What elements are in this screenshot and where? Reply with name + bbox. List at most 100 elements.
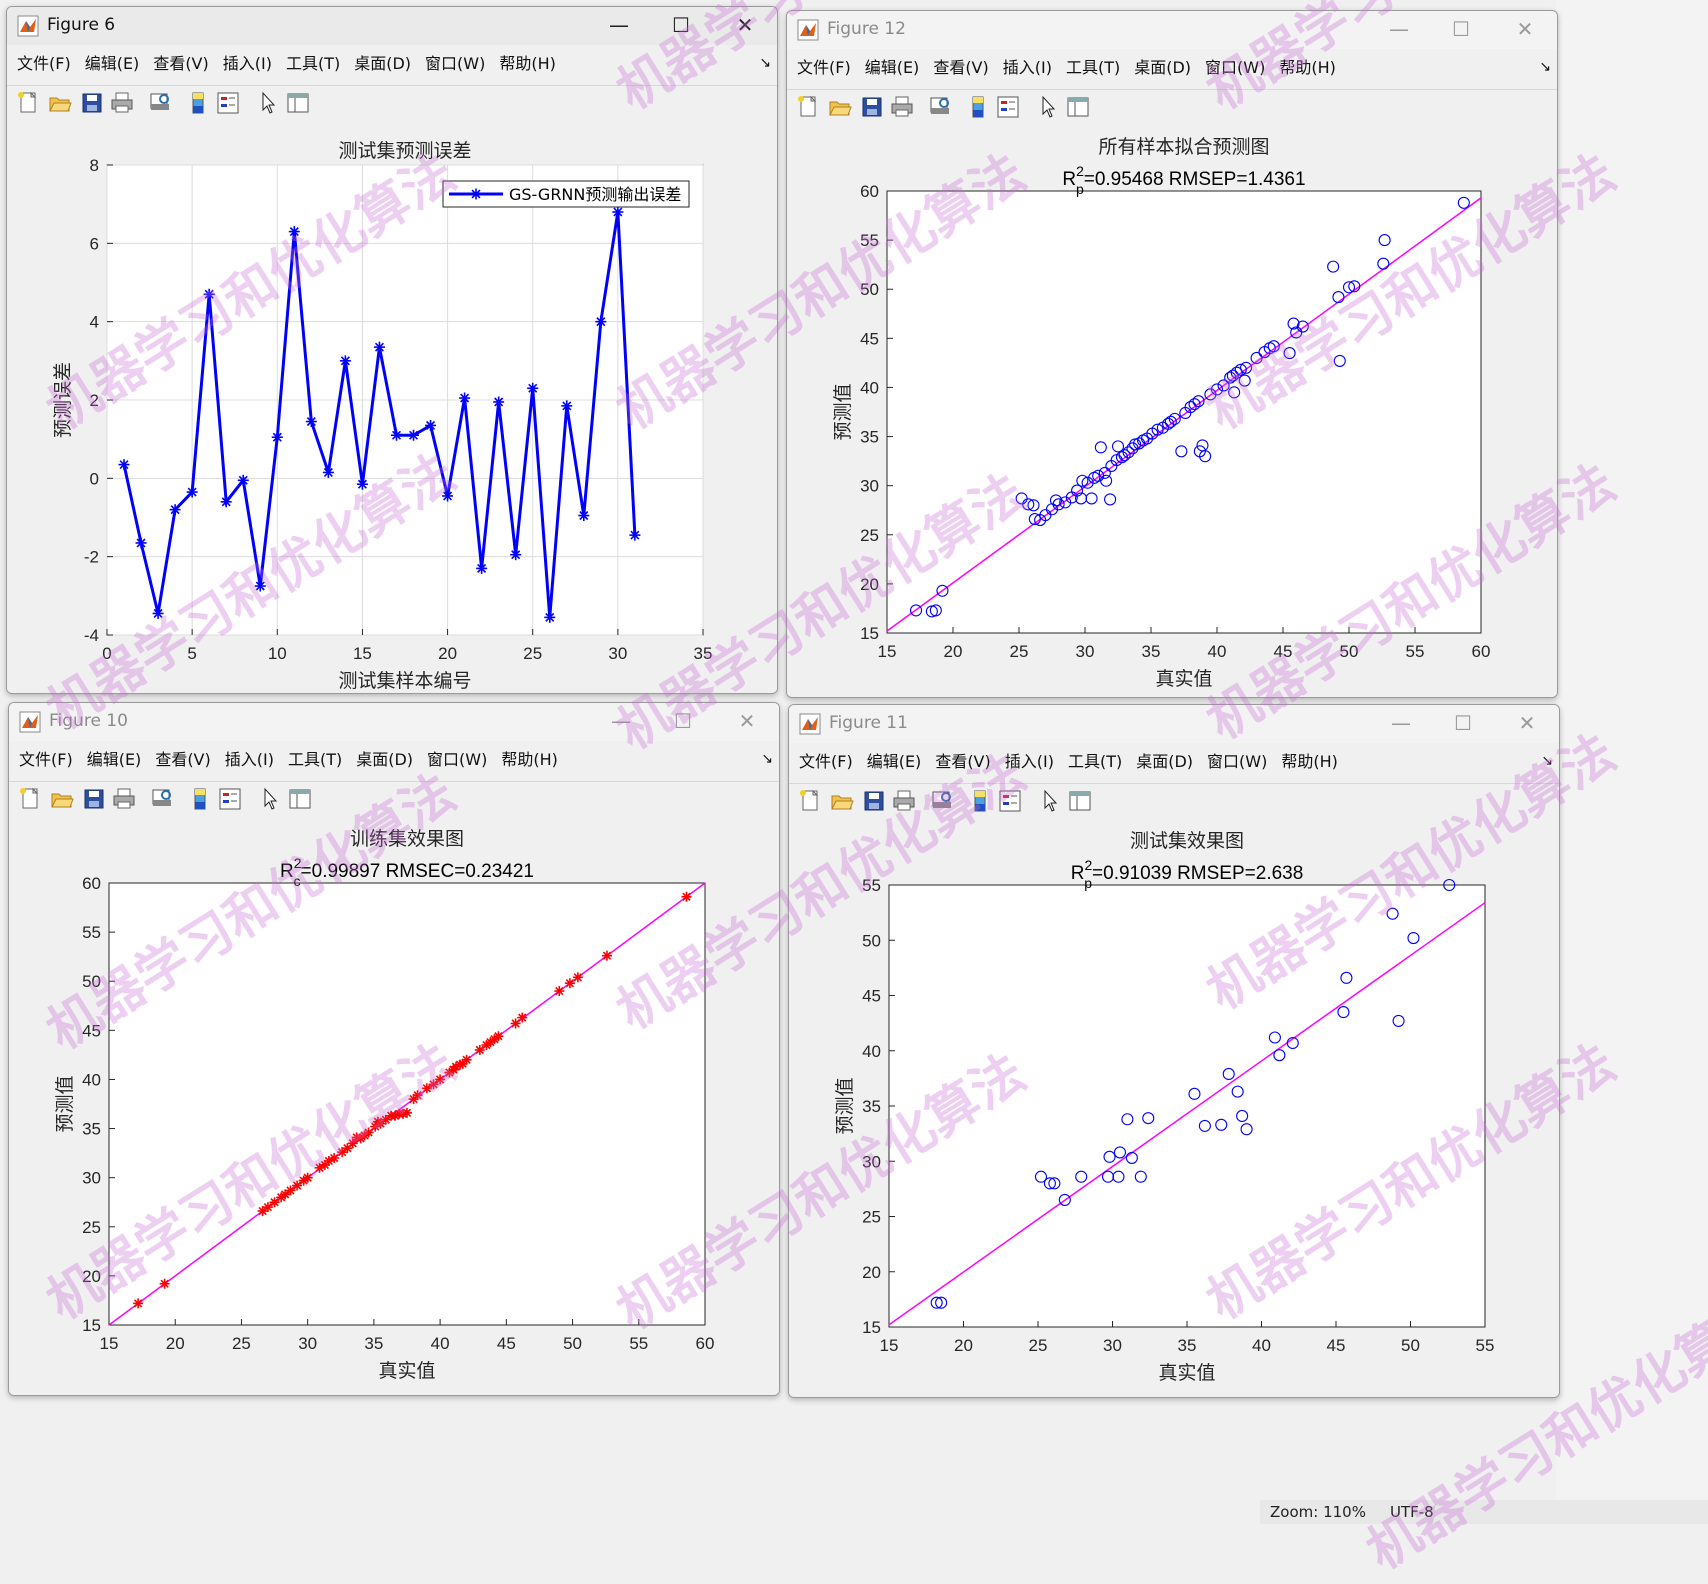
pointer-icon[interactable] [255, 90, 281, 116]
data-point-49 [554, 986, 565, 997]
y-tick-label-6: 45 [862, 987, 881, 1006]
menu-item-5[interactable]: 桌面(D) [354, 49, 411, 79]
title-bar[interactable]: Figure 12 — ☐ ✕ [787, 11, 1557, 49]
menu-bar: 文件(F) 编辑(E) 查看(V) 插入(I) 工具(T) 桌面(D) 窗口(W) 帮助(H)… [9, 745, 779, 775]
menu-item-1[interactable]: 编辑(E) [865, 53, 920, 83]
new-figure-icon[interactable] [17, 786, 43, 812]
dock-arrow-icon[interactable]: ↘ [1539, 59, 1551, 75]
menu-item-0[interactable]: 文件(F) [19, 745, 73, 775]
menu-item-4[interactable]: 工具(T) [1068, 747, 1122, 777]
y-tick-label-0: 15 [860, 624, 879, 643]
print-icon[interactable] [889, 94, 915, 120]
dock-arrow-icon[interactable]: ↘ [759, 55, 771, 71]
menu-item-1[interactable]: 编辑(E) [87, 745, 142, 775]
menu-item-6[interactable]: 窗口(W) [1205, 53, 1265, 83]
menu-item-3[interactable]: 插入(I) [223, 49, 272, 79]
legend-icon[interactable] [995, 94, 1021, 120]
colorbar-icon[interactable] [185, 90, 211, 116]
pointer-icon[interactable] [1035, 94, 1061, 120]
save-icon[interactable] [859, 94, 885, 120]
menu-item-4[interactable]: 工具(T) [286, 49, 340, 79]
new-figure-icon[interactable] [797, 788, 823, 814]
y-tick-label-7: 50 [862, 931, 881, 950]
open-icon[interactable] [829, 788, 855, 814]
save-icon[interactable] [861, 788, 887, 814]
dock-arrow-icon[interactable]: ↘ [761, 751, 773, 767]
y-axis-label: 预测值 [832, 383, 854, 440]
menu-item-5[interactable]: 桌面(D) [1136, 747, 1193, 777]
figure-window-11: Figure 11 — ☐ ✕ 文件(F) 编辑(E) 查看(V) 插入(I) 工具(T… [788, 704, 1560, 1398]
colorbar-icon[interactable] [187, 786, 213, 812]
menu-item-2[interactable]: 查看(V) [155, 745, 210, 775]
legend-icon[interactable] [997, 788, 1023, 814]
print-preview-icon[interactable] [927, 94, 953, 120]
title-bar[interactable]: Figure 6 — ☐ ✕ [7, 7, 777, 45]
property-editor-icon[interactable] [1067, 788, 1093, 814]
close-button[interactable]: ✕ [1505, 709, 1549, 737]
print-preview-icon[interactable] [149, 786, 175, 812]
property-editor-icon[interactable] [1065, 94, 1091, 120]
title-bar[interactable]: Figure 11 — ☐ ✕ [789, 705, 1559, 743]
menu-item-0[interactable]: 文件(F) [797, 53, 851, 83]
property-editor-icon[interactable] [287, 786, 313, 812]
colorbar-icon[interactable] [967, 788, 993, 814]
menu-item-2[interactable]: 查看(V) [935, 747, 990, 777]
new-figure-icon[interactable] [15, 90, 41, 116]
menu-item-6[interactable]: 窗口(W) [427, 745, 487, 775]
menu-item-5[interactable]: 桌面(D) [1134, 53, 1191, 83]
open-icon[interactable] [827, 94, 853, 120]
maximize-button[interactable]: ☐ [661, 707, 705, 735]
menu-item-7[interactable]: 帮助(H) [1281, 747, 1338, 777]
save-icon[interactable] [79, 90, 105, 116]
legend-icon[interactable] [215, 90, 241, 116]
open-icon[interactable] [47, 90, 73, 116]
menu-item-5[interactable]: 桌面(D) [356, 745, 413, 775]
legend[interactable]: GS-GRNN预测输出误差 [442, 180, 690, 208]
legend-icon[interactable] [217, 786, 243, 812]
menu-item-6[interactable]: 窗口(W) [1207, 747, 1267, 777]
fig10-chart: 15 20 25 30 35 40 45 50 55 60 15 20 25 30 35 40 45 50 55 60… [54, 828, 714, 1382]
menu-item-0[interactable]: 文件(F) [17, 49, 71, 79]
menu-item-3[interactable]: 插入(I) [1003, 53, 1052, 83]
print-icon[interactable] [891, 788, 917, 814]
print-preview-icon[interactable] [929, 788, 955, 814]
print-icon[interactable] [111, 786, 137, 812]
save-icon[interactable] [81, 786, 107, 812]
menu-item-7[interactable]: 帮助(H) [501, 745, 558, 775]
minimize-button[interactable]: — [599, 707, 643, 735]
pointer-icon[interactable] [257, 786, 283, 812]
open-icon[interactable] [49, 786, 75, 812]
maximize-button[interactable]: ☐ [1439, 15, 1483, 43]
close-button[interactable]: ✕ [725, 707, 769, 735]
dock-arrow-icon[interactable]: ↘ [1541, 753, 1553, 769]
menu-item-4[interactable]: 工具(T) [288, 745, 342, 775]
menu-item-1[interactable]: 编辑(E) [867, 747, 922, 777]
new-figure-icon[interactable] [795, 94, 821, 120]
menu-item-2[interactable]: 查看(V) [153, 49, 208, 79]
print-icon[interactable] [109, 90, 135, 116]
pointer-icon[interactable] [1037, 788, 1063, 814]
data-point-10 [302, 1172, 313, 1183]
print-preview-icon[interactable] [147, 90, 173, 116]
minimize-button[interactable]: — [1377, 15, 1421, 43]
maximize-button[interactable]: ☐ [1441, 709, 1485, 737]
minimize-button[interactable]: — [597, 11, 641, 39]
close-button[interactable]: ✕ [1503, 15, 1547, 43]
close-button[interactable]: ✕ [723, 11, 767, 39]
colorbar-icon[interactable] [965, 94, 991, 120]
maximize-button[interactable]: ☐ [659, 11, 703, 39]
minimize-button[interactable]: — [1379, 709, 1423, 737]
menu-item-0[interactable]: 文件(F) [799, 747, 853, 777]
menu-item-6[interactable]: 窗口(W) [425, 49, 485, 79]
menu-item-7[interactable]: 帮助(H) [499, 49, 556, 79]
menu-item-4[interactable]: 工具(T) [1066, 53, 1120, 83]
menu-item-3[interactable]: 插入(I) [225, 745, 274, 775]
menu-item-3[interactable]: 插入(I) [1005, 747, 1054, 777]
property-editor-icon[interactable] [285, 90, 311, 116]
x-tick-label-0: 0 [102, 644, 111, 663]
title-bar[interactable]: Figure 10 — ☐ ✕ [9, 703, 779, 741]
menu-item-1[interactable]: 编辑(E) [85, 49, 140, 79]
menu-item-2[interactable]: 查看(V) [933, 53, 988, 83]
menu-item-7[interactable]: 帮助(H) [1279, 53, 1336, 83]
x-tick-label-8: 55 [1406, 642, 1425, 661]
